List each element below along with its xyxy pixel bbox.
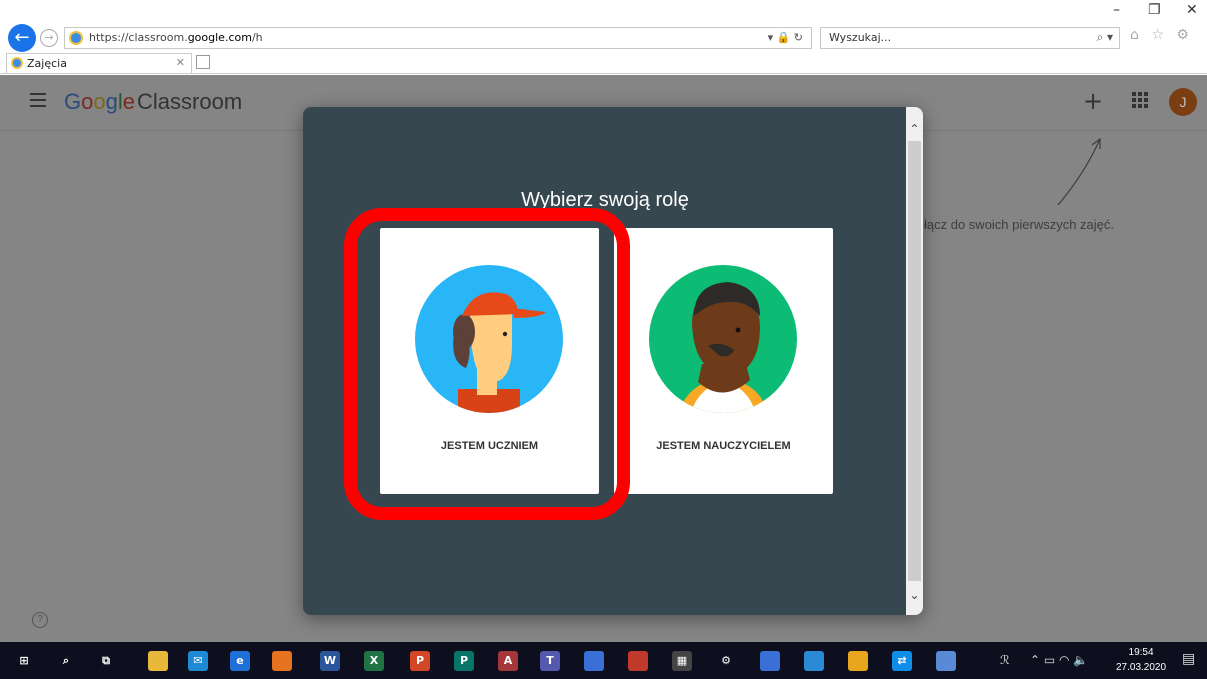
clock-date: 27.03.2020 (1116, 662, 1167, 673)
people-icon[interactable]: ℛ (1000, 653, 1010, 667)
app3-icon[interactable] (936, 651, 956, 671)
hint-text: łącz do swoich pierwszych zajęć. (924, 217, 1115, 232)
address-bar-row: ← → https://classroom.google.com/h ▾ 🔒 ↻… (0, 24, 1207, 52)
minimize-button[interactable]: – (1113, 2, 1120, 18)
ie-page-icon (69, 31, 83, 45)
teacher-role-label: JESTEM NAUCZYCIELEM (656, 440, 791, 452)
search-icon[interactable]: ⌕ (56, 651, 76, 671)
url-text: https://classroom.google.com/h (89, 31, 263, 44)
url-field[interactable]: https://classroom.google.com/h ▾ 🔒 ↻ (64, 27, 812, 49)
windows-taskbar: ⊞ ⌕ ⧉ ✉ e W X P P A T ▦ ⚙ ⇄ ℛ ⌃ ▭ ◠ 🔈 19:54 27.03.202… (0, 642, 1207, 679)
window-titlebar: – ❐ ✕ (0, 0, 1207, 22)
clock[interactable]: 19:54 27.03.2020 (1116, 645, 1166, 675)
chrome-icon[interactable] (848, 651, 868, 671)
internet-explorer-icon[interactable]: e (230, 651, 250, 671)
forward-button[interactable]: → (40, 29, 58, 47)
app-icon[interactable] (628, 651, 648, 671)
app2-icon[interactable] (804, 651, 824, 671)
menu-icon[interactable] (30, 93, 46, 107)
tab-label: Zajęcia (27, 57, 67, 70)
dialog-scrollbar[interactable]: ⌃ ⌄ (906, 107, 923, 615)
refresh-lock-icon[interactable]: ▾ 🔒 ↻ (768, 31, 803, 44)
powerpoint-icon[interactable]: P (410, 651, 430, 671)
avatar[interactable]: J (1169, 88, 1197, 116)
tab-close-icon[interactable]: ✕ (176, 56, 185, 69)
scroll-thumb[interactable] (908, 141, 921, 581)
network-app-icon[interactable] (760, 651, 780, 671)
home-favorites-settings-icons[interactable]: ⌂ ☆ ⚙ (1130, 27, 1193, 43)
file-explorer-icon[interactable] (148, 651, 168, 671)
settings-icon[interactable]: ⚙ (716, 651, 736, 671)
google-classroom-logo[interactable]: GoogleClassroom (64, 89, 242, 115)
apps-grid-icon[interactable] (1132, 92, 1148, 108)
teacher-role-card[interactable]: JESTEM NAUCZYCIELEM (614, 228, 833, 494)
save-disk-icon[interactable] (584, 651, 604, 671)
access-icon[interactable]: A (498, 651, 518, 671)
scroll-down-icon[interactable]: ⌄ (906, 585, 923, 605)
new-tab-button[interactable] (196, 55, 210, 69)
ie-tab-icon (11, 57, 23, 69)
teacher-illustration-icon (649, 265, 797, 413)
publisher-icon[interactable]: P (454, 651, 474, 671)
add-class-button[interactable]: + (1083, 87, 1103, 115)
task-view-icon[interactable]: ⧉ (96, 651, 116, 671)
excel-icon[interactable]: X (364, 651, 384, 671)
highlight-annotation (344, 208, 630, 520)
notification-icon[interactable]: ▤ (1182, 651, 1195, 667)
firefox-icon[interactable] (272, 651, 292, 671)
back-button[interactable]: ← (8, 24, 36, 52)
teams-icon[interactable]: T (540, 651, 560, 671)
close-window-button[interactable]: ✕ (1186, 2, 1198, 18)
search-field[interactable]: Wyszukaj... ⌕ ▾ (820, 27, 1120, 49)
tray-icons[interactable]: ⌃ ▭ ◠ 🔈 (1030, 653, 1088, 667)
restore-button[interactable]: ❐ (1148, 2, 1161, 18)
search-icon[interactable]: ⌕ ▾ (1096, 30, 1113, 45)
tab-bar: Zajęcia ✕ (0, 52, 1207, 74)
windows-start-icon[interactable]: ⊞ (14, 651, 34, 671)
help-icon[interactable]: ? (32, 612, 48, 628)
clock-time: 19:54 (1128, 647, 1154, 658)
hint-arrow-icon (1057, 137, 1101, 206)
calculator-icon[interactable]: ▦ (672, 651, 692, 671)
scroll-up-icon[interactable]: ⌃ (906, 119, 923, 139)
search-placeholder: Wyszukaj... (829, 31, 892, 44)
teamviewer-icon[interactable]: ⇄ (892, 651, 912, 671)
tab-zajecia[interactable]: Zajęcia ✕ (6, 53, 192, 73)
mail-icon[interactable]: ✉ (188, 651, 208, 671)
word-icon[interactable]: W (320, 651, 340, 671)
